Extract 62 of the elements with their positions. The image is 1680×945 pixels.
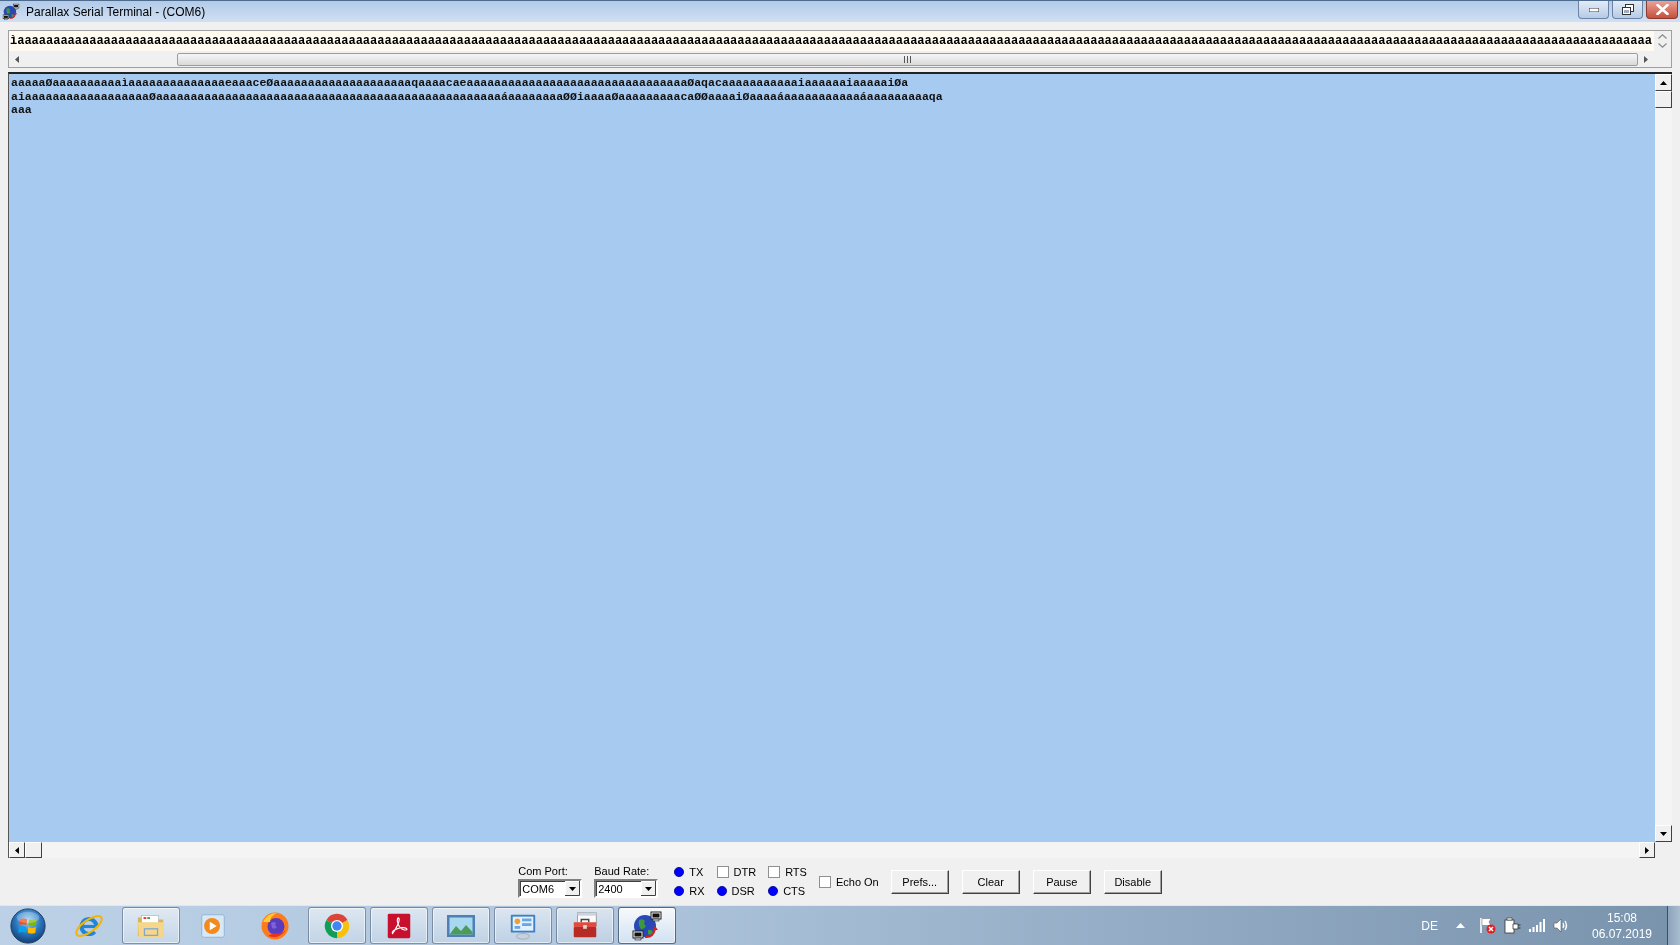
checkbox[interactable] [818, 875, 831, 888]
scrollbar-thumb[interactable] [177, 52, 1638, 66]
globe-computers-icon [631, 909, 663, 942]
minimize-button[interactable] [1578, 1, 1609, 19]
indicator-label: TX [689, 866, 704, 878]
output-line: aiaaaaaaaaaaaaaaaaaaØaaaaaaaaaaaaaaaaaaaaaaaaaaaaaaaaaaaaaaaaaaaaaaaaaaáaaaaaaaaØØiaaaaØaaaaaaaaacaØØaaaaiØaaaaáaaaaaaaaaaaáaaaaaaaaaqa [11, 89, 943, 103]
output-line: aaaaaØaaaaaaaaaaìaaaaaaaaaaaaaaeaaaceØaaaaaaaaaaaaaaaaaaaaqaaaacaeaaaaaaaaaaaaaaaaaaaaaaaaaaaaaaaaØaqacaaaaaaaaaaaiaaaaaaiaaaaaiØa [11, 76, 909, 90]
scroll-up-button[interactable] [1655, 74, 1672, 91]
scroll-down-button[interactable] [1655, 825, 1672, 842]
action-button[interactable]: Disable [1103, 869, 1162, 894]
indicator-label: DSR [731, 885, 755, 897]
baud-rate-dropdown[interactable]: 2400 [594, 879, 659, 898]
checkbox[interactable] [768, 866, 781, 878]
down-arrow-icon [1660, 831, 1667, 836]
taskbar-button[interactable] [370, 907, 428, 944]
right-arrow-icon [1645, 846, 1649, 854]
orb-logo-icon [9, 906, 47, 945]
scroll-right-button[interactable] [1639, 842, 1655, 858]
left-arrow-icon[interactable] [15, 55, 19, 63]
left-arrow-icon [15, 846, 19, 854]
dropdown-arrow-icon [565, 881, 581, 896]
com-port-dropdown[interactable]: COM6 [518, 879, 583, 898]
power-plug-icon[interactable] [1504, 917, 1521, 934]
show-desktop-button[interactable] [1667, 906, 1680, 945]
horizontal-scrollbar[interactable] [9, 842, 1672, 858]
right-arrow-icon[interactable] [1644, 55, 1648, 63]
speaker-icon[interactable] [1553, 918, 1569, 933]
status-dot-icon [716, 886, 727, 896]
vertical-scrollbar[interactable] [1655, 74, 1672, 842]
grip-icon [904, 55, 911, 63]
status-dot-icon [674, 886, 685, 896]
scroll-left-button[interactable] [9, 842, 25, 858]
field-label: Com Port: [518, 865, 569, 878]
window-title: Parallax Serial Terminal - (COM6) [26, 4, 206, 19]
output-line: aaa [11, 103, 32, 117]
transmit-field[interactable]: ìaaaaaaaaaaaaaaaaaaaaaaaaaaaaaaaaaaaaaaaaaaaaaaaaaaaaaaaaaaaaaaaaaaaaaaaaaaaaaaaaaaaaaaaaaaaaaaaaaaaaaaaaaaaaaaaaaaaaaaaaaaaaaaaaaaaaaaaaaaaaaaaaaaaaaaaaaaaaaaaaaaaaaaaaaaaaaaaaaaaaaaaaaaaaaaaaaaaaaaaaaaaaaaaaaaaaaaaaaaaaaaaaaaa [9, 31, 1654, 51]
action-button[interactable]: Prefs... [890, 869, 949, 894]
status-dot-icon [674, 867, 685, 877]
up-arrow-icon [1660, 80, 1667, 85]
up-chevron-icon[interactable] [1658, 34, 1667, 40]
field-label: Baud Rate: [594, 865, 651, 878]
checkbox-label: RTS [785, 866, 807, 878]
close-button[interactable] [1646, 1, 1678, 19]
down-chevron-icon[interactable] [1658, 42, 1667, 48]
taskbar-button[interactable] [618, 907, 676, 944]
restore-button[interactable] [1612, 1, 1643, 19]
signal-bars-icon[interactable] [1529, 919, 1545, 932]
up-arrow-icon[interactable] [1456, 923, 1465, 928]
checkbox-label: Echo On [835, 875, 879, 888]
taskbar-button[interactable] [556, 907, 614, 944]
indicator-label: RX [689, 885, 705, 897]
indicator-label: CTS [783, 885, 806, 897]
action-button[interactable]: Clear [961, 869, 1020, 894]
status-dot-icon [768, 886, 779, 896]
flag-icon[interactable] [1479, 917, 1496, 934]
minimize-icon [1588, 7, 1599, 12]
close-icon [1655, 4, 1669, 15]
action-button[interactable]: Pause [1032, 869, 1091, 894]
dropdown-arrow-icon [641, 881, 657, 896]
restore-icon [1621, 4, 1634, 15]
checkbox[interactable] [716, 866, 729, 878]
checkbox-label: DTR [733, 866, 757, 878]
